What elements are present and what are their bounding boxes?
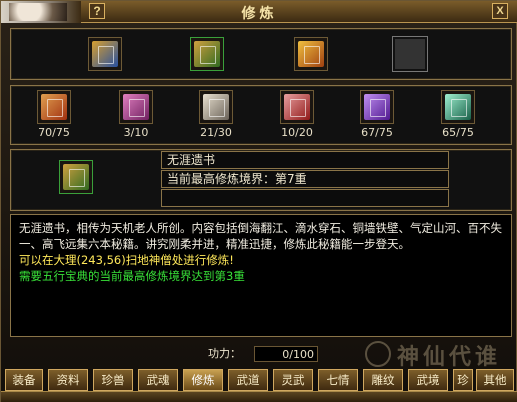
selected-book-extra	[161, 189, 449, 207]
skill-book-slot-6[interactable]	[441, 90, 475, 124]
tab-bar: 装备 资料 珍兽 武魂 修炼 武道 灵武 七情 雕纹 武境 珍藏 其他	[5, 369, 517, 391]
tab-cultivation[interactable]: 修炼	[183, 369, 223, 391]
tab-equipment[interactable]: 装备	[5, 369, 43, 391]
tab-profile[interactable]: 资料	[48, 369, 88, 391]
skill-book-slot-4[interactable]	[280, 90, 314, 124]
tab-emotions[interactable]: 七情	[318, 369, 358, 391]
skill-book-slot-3[interactable]	[199, 90, 233, 124]
tab-collection[interactable]: 珍藏	[453, 369, 473, 391]
purple-scroll-icon	[123, 94, 149, 120]
skill-book-slot-2[interactable]	[119, 90, 153, 124]
book-category-slot-1[interactable]	[88, 37, 122, 71]
tab-other[interactable]: 其他	[476, 369, 514, 391]
description-text: 无涯遗书，相传为天机老人所创。内容包括倒海翻江、滴水穿石、铜墙铁壁、气定山河、百…	[19, 221, 502, 251]
tab-wujing[interactable]: 武境	[408, 369, 448, 391]
book-category-panel	[10, 28, 512, 80]
violet-scroll-icon	[364, 94, 390, 120]
selected-book-realm: 当前最高修炼境界：第7重	[161, 170, 449, 188]
gold-chest-book-icon	[298, 41, 324, 67]
red-scroll-icon	[284, 94, 310, 120]
blue-gold-book-icon	[92, 41, 118, 67]
tab-pets[interactable]: 珍兽	[93, 369, 133, 391]
cultivation-window: ? 修炼 X 70/75 3/10 21/30 10/20 67/75 65/7…	[0, 0, 517, 402]
white-scroll-icon	[203, 94, 229, 120]
power-meter: 功力： 0/100	[206, 346, 318, 362]
skill-book-count-5: 67/75	[361, 126, 393, 139]
book-category-slot-2[interactable]	[190, 37, 224, 71]
watermark-logo-icon	[365, 341, 391, 367]
skill-book-slot-1[interactable]	[37, 90, 71, 124]
teal-scroll-icon	[445, 94, 471, 120]
book-description: 无涯遗书，相传为天机老人所创。内容包括倒海翻江、滴水穿石、铜墙铁壁、气定山河、百…	[10, 214, 512, 337]
empty-book-slot[interactable]	[393, 37, 427, 71]
skill-book-count-3: 21/30	[200, 126, 232, 139]
skill-book-count-6: 65/75	[442, 126, 474, 139]
title-bar[interactable]: ? 修炼 X	[1, 1, 517, 23]
selected-book-panel: 无涯遗书 当前最高修炼境界：第7重	[10, 149, 512, 211]
watermark: 神仙代谁	[365, 339, 515, 371]
power-value: 0/100	[254, 346, 318, 362]
bottom-bar	[1, 391, 517, 402]
cultivation-location: 可以在大理(243,56)扫地神僧处进行修炼!	[19, 253, 234, 267]
skill-book-slot-5[interactable]	[360, 90, 394, 124]
tab-wudao[interactable]: 武道	[228, 369, 268, 391]
skill-book-count-1: 70/75	[38, 126, 70, 139]
selected-book-slot[interactable]	[59, 160, 93, 194]
selected-book-name: 无涯遗书	[161, 151, 449, 169]
tab-lingwu[interactable]: 灵武	[273, 369, 313, 391]
tab-engraving[interactable]: 雕纹	[363, 369, 403, 391]
green-scroll-book-icon	[63, 164, 89, 190]
book-category-slot-3[interactable]	[294, 37, 328, 71]
power-label: 功力：	[208, 347, 241, 360]
skill-book-count-4: 10/20	[281, 126, 313, 139]
tab-warsoul[interactable]: 武魂	[138, 369, 178, 391]
cultivation-requirement: 需要五行宝典的当前最高修炼境界达到第3重	[19, 269, 245, 283]
window-title: 修炼	[241, 6, 278, 22]
green-scroll-book-icon	[194, 41, 220, 67]
orange-scroll-icon	[41, 94, 67, 120]
skill-book-count-2: 3/10	[123, 126, 149, 139]
skill-book-panel: 70/75 3/10 21/30 10/20 67/75 65/75	[10, 85, 512, 145]
close-button[interactable]: X	[492, 3, 508, 19]
